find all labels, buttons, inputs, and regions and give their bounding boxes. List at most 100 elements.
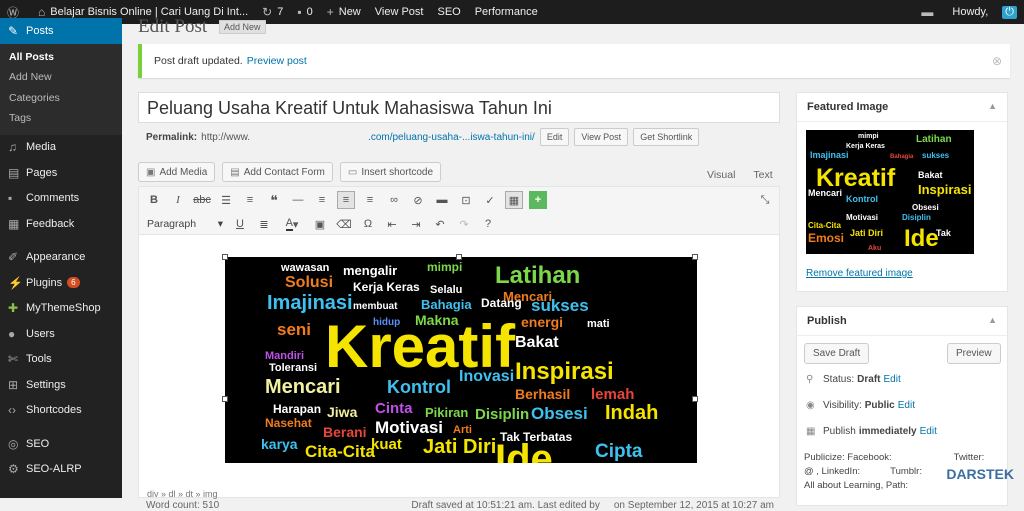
publicize-line: Publicize: Facebook: Twitter:: [804, 452, 1004, 463]
resize-handle[interactable]: [222, 396, 228, 402]
resize-handle[interactable]: [222, 254, 228, 260]
redo-icon[interactable]: ↷: [455, 215, 473, 233]
word-cloud-word: Disiplin: [902, 213, 931, 222]
numbered-list-icon[interactable]: ≡: [241, 191, 259, 209]
sidebar-item-seo[interactable]: ◎ SEO: [0, 431, 122, 457]
sidebar-item-plugins[interactable]: ⚡ Plugins 6: [0, 270, 122, 296]
view-post-button[interactable]: View Post: [574, 128, 629, 146]
align-right-icon[interactable]: ≡: [361, 191, 379, 209]
sidebar-item-comments[interactable]: ▪ Comments: [0, 186, 122, 212]
performance-link[interactable]: Performance: [468, 0, 545, 24]
tab-text[interactable]: Text: [753, 169, 772, 181]
edit-schedule-link[interactable]: Edit: [920, 426, 937, 437]
save-draft-button[interactable]: Save Draft: [804, 343, 870, 364]
special-character-icon[interactable]: Ω: [359, 215, 377, 233]
shortcode-plus-icon[interactable]: +: [529, 191, 547, 209]
strikethrough-icon[interactable]: abc: [193, 191, 211, 209]
sidebar-item-tools[interactable]: ✄ Tools: [0, 347, 122, 373]
justify-icon[interactable]: ≣: [255, 215, 273, 233]
insert-shortcode-button[interactable]: ▭ Insert shortcode: [339, 162, 442, 182]
submenu-tags[interactable]: Tags: [0, 108, 122, 129]
sidebar-item-appearance[interactable]: ✐ Appearance: [0, 245, 122, 271]
resize-handle[interactable]: [456, 254, 462, 260]
resize-handle[interactable]: [692, 254, 698, 260]
add-media-button[interactable]: ▣ Add Media: [138, 162, 216, 182]
performance-label: Performance: [474, 6, 538, 18]
my-account-link[interactable]: Howdy,: [945, 0, 995, 24]
power-link[interactable]: ⏻: [995, 0, 1024, 24]
sidebar-item-pages[interactable]: ▤ Pages: [0, 160, 122, 186]
pin-icon: ✎: [8, 23, 19, 38]
submenu-add-new[interactable]: Add New: [0, 67, 122, 88]
sidebar-item-label: Shortcodes: [26, 404, 82, 417]
publicize-label: Publicize: Facebook:: [804, 452, 892, 463]
edit-visibility-link[interactable]: Edit: [898, 400, 915, 411]
update-notice: Post draft updated. Preview post ⊗: [138, 44, 1010, 78]
sidebar-item-mythemeshop[interactable]: ✚ MyThemeShop: [0, 296, 122, 322]
bullet-list-icon[interactable]: ☰: [217, 191, 235, 209]
resize-handle[interactable]: [692, 396, 698, 402]
spellcheck-icon[interactable]: ✓: [481, 191, 499, 209]
edit-status-link[interactable]: Edit: [883, 374, 900, 385]
seo-link[interactable]: SEO: [430, 0, 467, 24]
sidebar-item-users[interactable]: ● Users: [0, 321, 122, 347]
paste-text-icon[interactable]: ▣: [311, 215, 329, 233]
comments-icon: ▪: [8, 191, 13, 206]
horizontal-line-icon[interactable]: —: [289, 191, 307, 209]
align-center-icon[interactable]: ≡: [337, 191, 355, 209]
link-icon[interactable]: ∞: [385, 191, 403, 209]
text-color-icon[interactable]: A ▾: [279, 215, 305, 233]
view-post-link[interactable]: View Post: [368, 0, 431, 24]
new-content-link[interactable]: + New: [320, 0, 368, 24]
tab-visual[interactable]: Visual: [707, 169, 735, 181]
add-new-button[interactable]: Add New: [219, 20, 266, 34]
post-title-input[interactable]: Peluang Usaha Kreatif Untuk Mahasiswa Ta…: [138, 92, 780, 123]
get-shortlink-button[interactable]: Get Shortlink: [633, 128, 700, 146]
submenu-categories[interactable]: Categories: [0, 88, 122, 109]
clear-formatting-icon[interactable]: ⌫: [335, 215, 353, 233]
post-image[interactable]: wawasan mengalir mimpi Latihan Solusi Kerja K…: [225, 257, 697, 463]
post-editor[interactable]: B I abc ☰ ≡ ❝ — ≡ ≡ ≡ ∞ ⊘ ▬ ⊡ ✓ ▦ + ⤡ Pa…: [138, 186, 780, 499]
undo-icon[interactable]: ↶: [431, 215, 449, 233]
sidebar-item-shortcodes[interactable]: ‹› Shortcodes: [0, 398, 122, 424]
sidebar-item-media[interactable]: ♫ Media: [0, 135, 122, 161]
submenu-all-posts[interactable]: All Posts: [0, 47, 122, 68]
sidebar-item-feedback[interactable]: ▦ Feedback: [0, 211, 122, 237]
notification-link[interactable]: ▬: [914, 0, 945, 24]
blockquote-icon[interactable]: ❝: [265, 191, 283, 209]
permalink-slug[interactable]: .com/peluang-usaha-...iswa-tahun-ini/: [368, 132, 535, 143]
comments-link[interactable]: ▪ 0: [290, 0, 319, 24]
sidebar-item-seo-alrp[interactable]: ⚙ SEO-ALRP: [0, 457, 122, 483]
fullscreen-icon[interactable]: ⊡: [457, 191, 475, 209]
dismiss-icon[interactable]: ⊗: [992, 54, 1002, 68]
preview-post-link[interactable]: Preview post: [247, 55, 307, 67]
toggle-arrow-icon[interactable]: ▲: [988, 101, 997, 113]
italic-icon[interactable]: I: [169, 191, 187, 209]
sidebar-item-settings[interactable]: ⊞ Settings: [0, 372, 122, 398]
word-cloud-word: Kontrol: [387, 377, 451, 397]
add-contact-form-button[interactable]: ▤ Add Contact Form: [222, 162, 333, 182]
preview-button[interactable]: Preview: [947, 343, 1001, 364]
publish-heading[interactable]: Publish ▲: [797, 307, 1007, 336]
word-cloud-word: Obsesi: [531, 404, 588, 423]
unlink-icon[interactable]: ⊘: [409, 191, 427, 209]
sidebar-item-posts[interactable]: ✎ Posts: [0, 18, 122, 44]
help-icon[interactable]: ?: [479, 215, 497, 233]
distraction-free-icon[interactable]: ⤡: [756, 191, 774, 209]
featured-image-heading[interactable]: Featured Image ▲: [797, 93, 1007, 122]
remove-featured-image-link[interactable]: Remove featured image: [806, 268, 913, 279]
outdent-icon[interactable]: ⇤: [383, 215, 401, 233]
bold-icon[interactable]: B: [145, 191, 163, 209]
format-select[interactable]: Paragraph ▾: [147, 216, 223, 232]
permalink-edit-button[interactable]: Edit: [539, 128, 570, 146]
word-cloud-word: Cita-Cita: [808, 221, 841, 230]
toggle-arrow-icon[interactable]: ▲: [988, 315, 997, 327]
word-cloud-word: kuat: [371, 436, 402, 453]
underline-icon[interactable]: U: [231, 215, 249, 233]
align-left-icon[interactable]: ≡: [313, 191, 331, 209]
read-more-icon[interactable]: ▬: [433, 191, 451, 209]
indent-icon[interactable]: ⇥: [407, 215, 425, 233]
toolbar-toggle-icon[interactable]: ▦: [505, 191, 523, 209]
featured-image[interactable]: mimpi Latihan Kerja Keras Bahagia Imajinasi s…: [806, 130, 974, 254]
sidebar-separator: [0, 237, 122, 245]
